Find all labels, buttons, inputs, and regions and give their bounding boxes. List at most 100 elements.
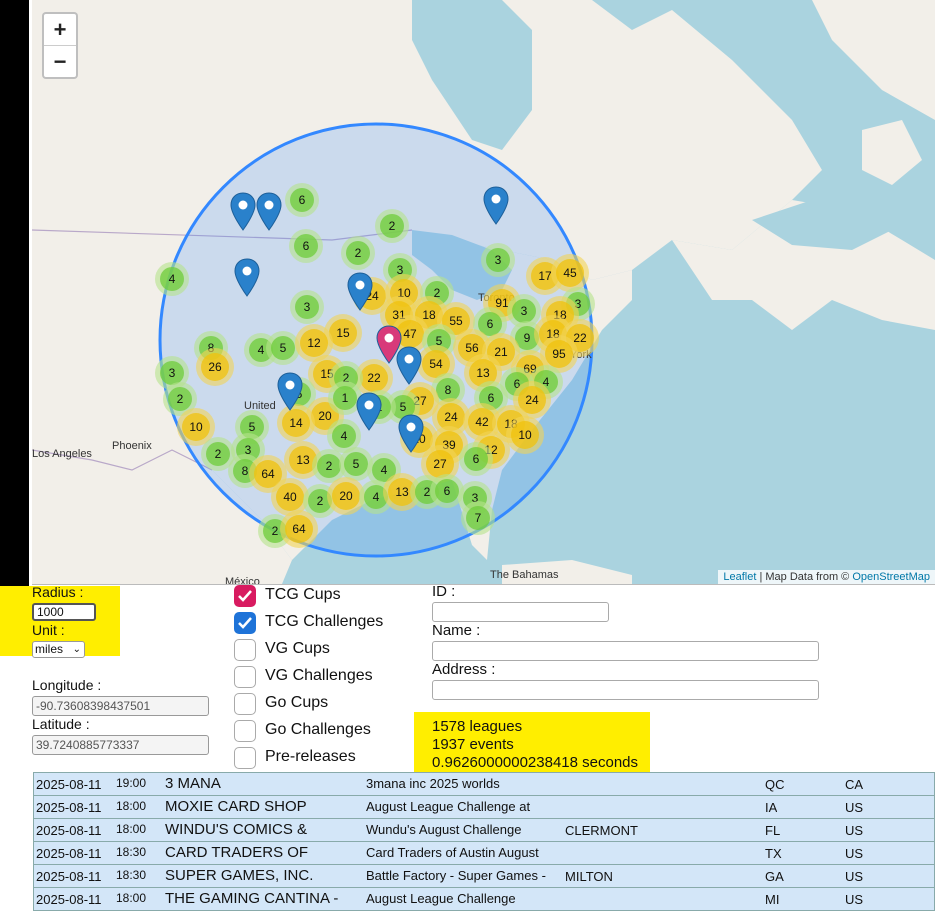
marker-cluster[interactable]: 2 [341, 236, 375, 270]
filter-label[interactable]: Pre-releases [265, 748, 356, 766]
filter-checkbox[interactable] [234, 612, 256, 634]
marker-cluster[interactable]: 64 [280, 510, 318, 548]
unit-select-value: miles [35, 642, 64, 656]
table-row[interactable]: 2025-08-11 19:00 3 MANA 3mana inc 2025 worl… [33, 772, 935, 795]
event-state: QC [765, 777, 785, 792]
unit-label: Unit : [32, 622, 65, 638]
event-date: 2025-08-11 [36, 892, 102, 907]
cluster-count: 2 [168, 387, 192, 411]
cluster-count: 3 [486, 248, 510, 272]
table-row[interactable]: 2025-08-11 18:30 SUPER GAMES, INC. Battle F… [33, 864, 935, 887]
radius-label: Radius : [32, 584, 84, 600]
event-state: MI [765, 892, 780, 907]
checkmark-icon [238, 590, 252, 602]
leaflet-link[interactable]: Leaflet [723, 571, 756, 583]
cluster-count: 12 [300, 329, 328, 357]
marker-cluster[interactable]: 6 [459, 442, 493, 476]
osm-link[interactable]: OpenStreetMap [852, 571, 930, 583]
filter-checkbox[interactable] [234, 666, 256, 688]
filter-label[interactable]: Go Challenges [265, 721, 371, 739]
event-country: US [845, 869, 864, 884]
map-marker-icon[interactable] [483, 186, 509, 226]
event-name: August League Challenge [366, 892, 516, 906]
marker-cluster[interactable]: 3 [290, 290, 324, 324]
cluster-count: 40 [276, 483, 304, 511]
event-city: CLERMONT [565, 823, 638, 838]
filter-label[interactable]: VG Challenges [265, 667, 373, 685]
map-marker-icon[interactable] [256, 192, 282, 232]
filter-checkbox[interactable] [234, 720, 256, 742]
cluster-count: 5 [344, 452, 368, 476]
map-view[interactable]: + − Phoenix Los Angeles United The Baham… [32, 0, 935, 585]
latitude-input[interactable]: 39.7240885773337 [32, 735, 209, 755]
unit-select[interactable]: miles ⌄ [32, 641, 85, 658]
event-country: US [845, 800, 864, 815]
event-name: 3mana inc 2025 worlds [366, 777, 500, 791]
zoom-in-button[interactable]: + [44, 14, 76, 46]
map-label-los-angeles: Los Angeles [32, 448, 92, 460]
map-label-phoenix: Phoenix [112, 440, 152, 452]
id-input[interactable] [432, 602, 609, 622]
event-country: US [845, 892, 864, 907]
marker-cluster[interactable]: 7 [461, 501, 495, 535]
cluster-count: 1 [333, 386, 357, 410]
marker-cluster[interactable]: 10 [506, 416, 544, 454]
map-marker-icon[interactable] [234, 258, 260, 298]
event-date: 2025-08-11 [36, 846, 102, 861]
marker-cluster[interactable]: 6 [289, 229, 323, 263]
map-marker-icon[interactable] [356, 392, 382, 432]
map-marker-icon[interactable] [396, 346, 422, 386]
event-state: IA [765, 800, 778, 815]
store-name: CARD TRADERS OF [165, 844, 309, 861]
map-marker-icon[interactable] [230, 192, 256, 232]
cluster-count: 6 [435, 479, 459, 503]
marker-cluster[interactable]: 3 [481, 243, 515, 277]
zoom-control: + − [42, 12, 78, 79]
leagues-count: 1578 leagues [432, 718, 523, 735]
cluster-count: 45 [556, 259, 584, 287]
table-row[interactable]: 2025-08-11 18:30 CARD TRADERS OF Card Trade… [33, 841, 935, 864]
name-input[interactable] [432, 641, 819, 661]
cluster-count: 14 [282, 409, 310, 437]
filter-checkbox[interactable] [234, 747, 256, 769]
radius-input[interactable]: 1000 [32, 603, 96, 621]
event-name: Wundu's August Challenge [366, 823, 522, 837]
table-row[interactable]: 2025-08-11 18:00 MOXIE CARD SHOP August Lea… [33, 795, 935, 818]
event-country: US [845, 823, 864, 838]
longitude-input[interactable]: -90.73608398437501 [32, 696, 209, 716]
marker-cluster[interactable]: 4 [155, 262, 189, 296]
map-marker-icon[interactable] [398, 414, 424, 454]
filter-label[interactable]: Go Cups [265, 694, 328, 712]
map-marker-icon[interactable] [347, 272, 373, 312]
latitude-label: Latitude : [32, 716, 90, 732]
filter-checkbox[interactable] [234, 585, 256, 607]
event-state: GA [765, 869, 784, 884]
marker-cluster[interactable]: 26 [196, 348, 234, 386]
filter-label[interactable]: TCG Challenges [265, 613, 383, 631]
land-greenland [812, 0, 935, 120]
event-state: FL [765, 823, 781, 838]
events-table: 2025-08-11 19:00 3 MANA 3mana inc 2025 worl… [33, 772, 935, 911]
filter-label[interactable]: TCG Cups [265, 586, 341, 604]
event-time: 18:30 [116, 845, 147, 859]
filter-label[interactable]: VG Cups [265, 640, 330, 658]
table-row[interactable]: 2025-08-11 18:00 WINDU'S COMICS & Wundu's A… [33, 818, 935, 841]
filter-checkbox[interactable] [234, 693, 256, 715]
address-input[interactable] [432, 680, 819, 700]
map-marker-icon[interactable] [277, 372, 303, 412]
marker-cluster[interactable]: 2 [375, 209, 409, 243]
table-row[interactable]: 2025-08-11 18:00 THE GAMING CANTINA - Augus… [33, 887, 935, 911]
cluster-count: 6 [294, 234, 318, 258]
event-date: 2025-08-11 [36, 869, 102, 884]
marker-cluster[interactable]: 6 [285, 183, 319, 217]
marker-cluster[interactable]: 45 [551, 254, 589, 292]
land-newfoundland [862, 120, 922, 185]
cluster-count: 15 [329, 319, 357, 347]
event-country: CA [845, 777, 864, 792]
event-date: 2025-08-11 [36, 823, 102, 838]
attribution-text: | Map Data from © [756, 571, 853, 583]
zoom-out-button[interactable]: − [44, 46, 76, 77]
filter-checkbox[interactable] [234, 639, 256, 661]
event-city: MILTON [565, 869, 613, 884]
event-time: 19:00 [116, 776, 147, 790]
